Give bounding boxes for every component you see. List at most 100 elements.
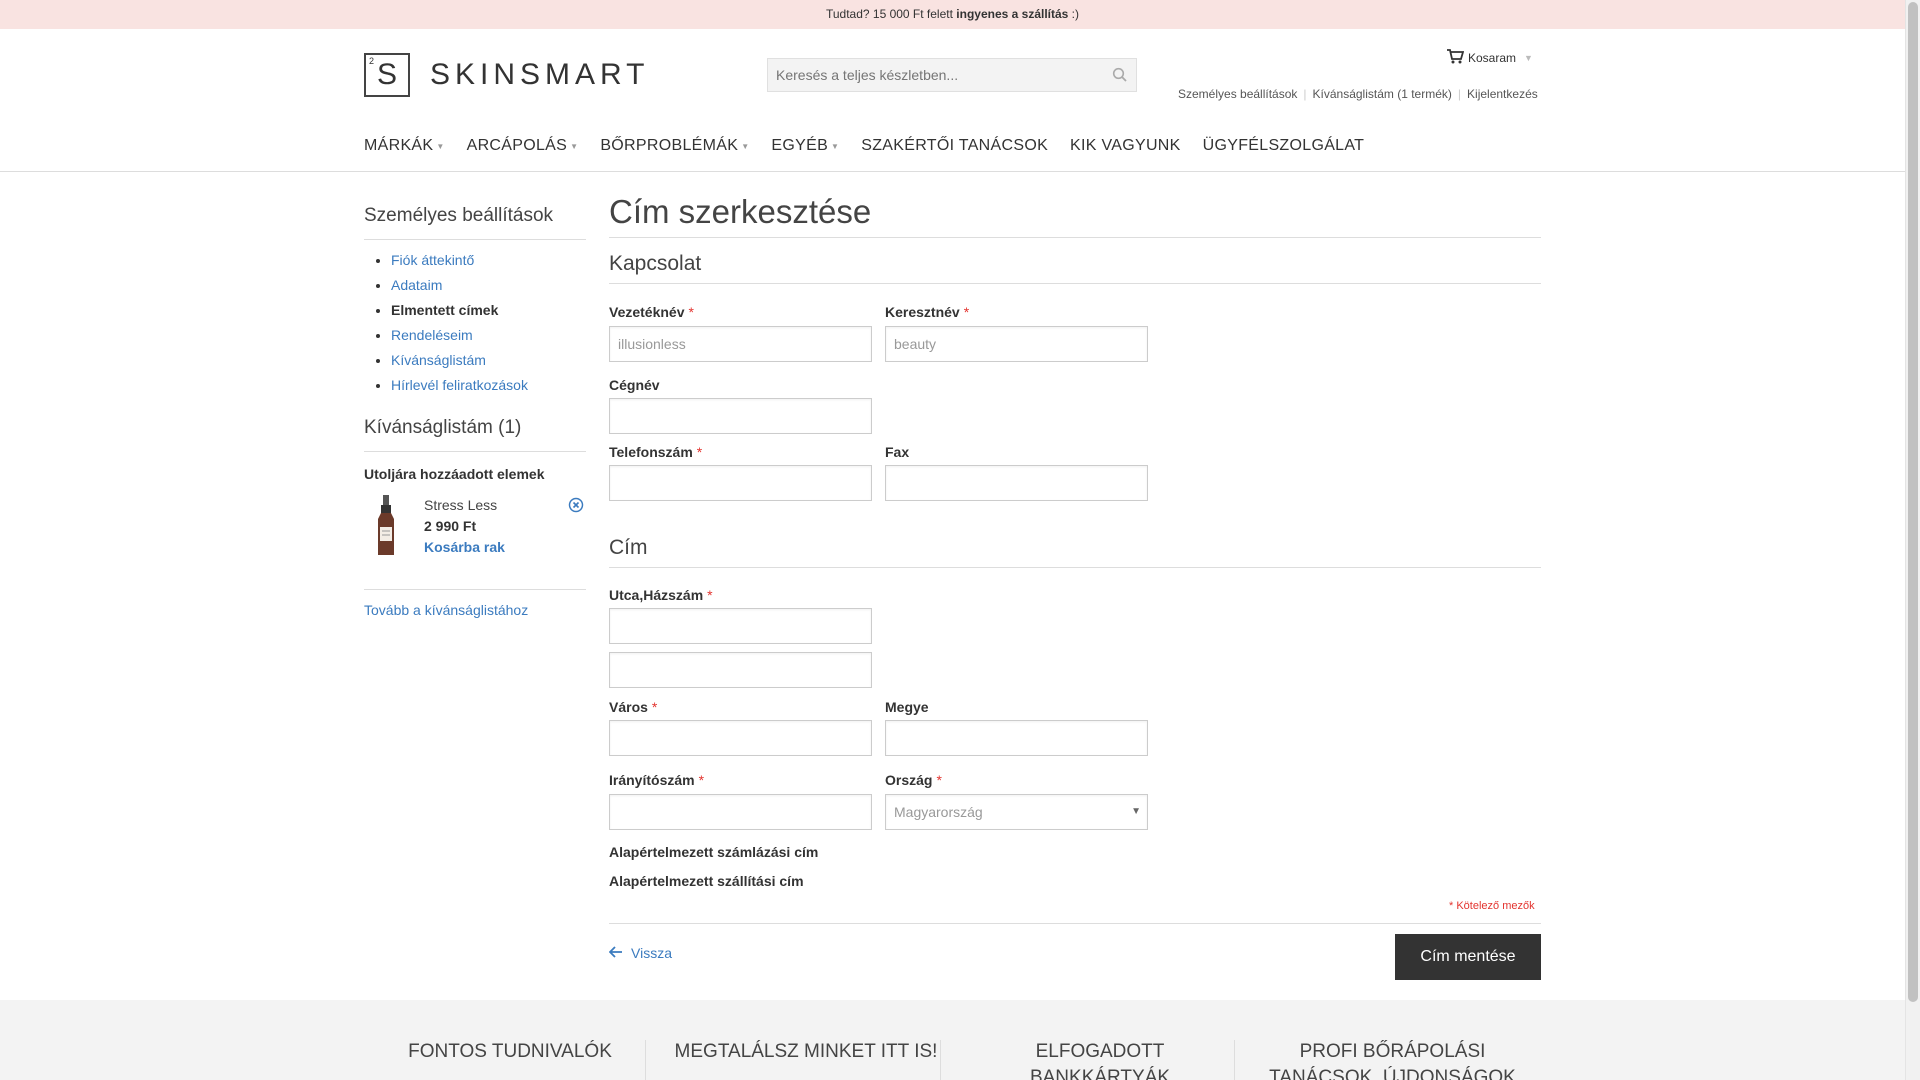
default-shipping-label: Alapértelmezett szállítási cím [609,873,804,889]
sidebar-menu: Fiók áttekintő Adataim Elmentett címek R… [364,252,586,402]
cart-icon [1447,49,1465,67]
nav-item-expert-tips[interactable]: SZAKÉRTŐI TANÁCSOK [861,137,1048,155]
sidebar-item-label: Rendeléseim [391,327,473,343]
wishlist-subtitle: Utoljára hozzáadott elemek [364,466,545,482]
footer-divider [1234,1040,1235,1080]
footer-divider [645,1040,646,1080]
sidebar-item-saved-addresses: Elmentett címek [391,302,586,327]
sidebar-item-wishlist[interactable]: Kívánságlistám [391,352,586,377]
logo-mark: 2S [364,53,410,97]
page-scrollbar[interactable] [1905,0,1920,1080]
nav-item-other[interactable]: EGYÉB ▼ [771,137,839,155]
scrollbar-thumb[interactable] [1908,2,1918,1002]
nav-item-label: SZAKÉRTŐI TANÁCSOK [861,137,1049,154]
street-field[interactable] [609,608,872,644]
required-mark: * [651,699,658,715]
wishlist-title: Kívánságlistám (1) [364,417,586,452]
nav-item-label: BŐRPROBLÉMÁK [600,137,739,154]
required-fields-note: * Kötelező mezők [1449,900,1535,912]
link-separator: | [1303,87,1307,101]
region-field[interactable] [885,720,1148,756]
logo-superscript: 2 [369,56,375,66]
wishlist-more-link[interactable]: Tovább a kívánságlistához [364,602,586,618]
chevron-down-icon: ▼ [1524,53,1533,63]
sidebar-item-label: Kívánságlistám [391,352,486,368]
account-sidebar: Személyes beállítások Fiók áttekintő Ada… [364,205,586,618]
back-label: Vissza [631,945,672,961]
link-account-settings[interactable]: Személyes beállítások [1178,87,1297,101]
nav-item-label: ÜGYFÉLSZOLGÁLAT [1202,137,1365,154]
nav-item-facecare[interactable]: ARCÁPOLÁS ▼ [467,137,579,155]
product-image[interactable] [372,495,400,562]
address-edit-form: Cím szerkesztése Kapcsolat Vezetéknév * i… [608,193,1541,980]
page-title: Cím szerkesztése [609,193,1541,238]
sidebar-item-newsletter[interactable]: Hírlevél feliratkozások [391,377,586,402]
fax-field[interactable] [885,465,1148,501]
nav-item-label: EGYÉB [771,137,829,154]
remove-icon[interactable] [568,497,584,518]
search-icon[interactable] [1112,67,1128,88]
nav-item-brands[interactable]: MÁRKÁK ▼ [364,137,445,155]
site-logo[interactable]: 2S SKINSMART [364,53,649,97]
save-address-button[interactable]: Cím mentése [1395,934,1541,980]
promo-bar: Tudtad? 15 000 Ft felett ingyenes a szál… [0,0,1905,29]
promo-text-bold: ingyenes a szállítás [956,7,1069,21]
label-text: Telefonszám [609,444,693,460]
cart-label: Kosaram [1468,51,1517,65]
section-title-contact: Kapcsolat [609,252,1541,284]
city-field[interactable] [609,720,872,756]
sidebar-item-my-data[interactable]: Adataim [391,277,586,302]
nav-item-label: ARCÁPOLÁS [466,137,568,154]
logo-letter: S [376,58,397,91]
required-mark: * [963,304,970,320]
sidebar-title: Személyes beállítások [364,205,586,240]
label-text: Keresztnév [885,304,960,320]
firstname-field[interactable]: beauty [885,326,1148,362]
sidebar-item-overview[interactable]: Fiók áttekintő [391,252,586,277]
required-mark: * [698,772,705,788]
nav-item-customer-service[interactable]: ÜGYFÉLSZOLGÁLAT [1203,137,1365,155]
arrow-left-icon [608,945,623,961]
country-select-value: Magyarország [894,804,983,820]
nav-item-label: KIK VAGYUNK [1070,137,1181,154]
chevron-down-icon: ▼ [436,141,445,151]
main-navigation: MÁRKÁK ▼ ARCÁPOLÁS ▼ BŐRPROBLÉMÁK ▼ EGYÉB ▼ … [364,137,1386,155]
site-footer: FONTOS TUDNIVALÓK MEGTALÁLSZ MINKET ITT … [0,1000,1905,1080]
label-text: Ország [885,772,933,788]
account-links: Személyes beállítások | Kívánságlistám (… [1178,87,1538,101]
street-label: Utca,Házszám * [609,587,713,603]
lastname-field[interactable]: illusionless [609,326,872,362]
company-field[interactable] [609,398,872,434]
search-input[interactable] [768,59,1098,91]
sidebar-item-orders[interactable]: Rendeléseim [391,327,586,352]
sidebar-item-label: Adataim [391,277,443,293]
sidebar-item-label: Fiók áttekintő [391,252,475,268]
chevron-down-icon: ▼ [570,141,579,151]
nav-item-about-us[interactable]: KIK VAGYUNK [1070,137,1181,155]
wishlist-product-name[interactable]: Stress Less [424,497,497,513]
search-box [767,58,1137,92]
default-billing-label: Alapértelmezett számlázási cím [609,844,819,860]
footer-heading-social: MEGTALÁLSZ MINKET ITT IS! [674,1041,938,1062]
back-link[interactable]: Vissza [608,945,672,961]
phone-field[interactable] [609,465,872,501]
label-text: Város [609,699,648,715]
add-to-cart-link[interactable]: Kosárba rak [424,539,505,555]
nav-item-label: MÁRKÁK [364,137,434,154]
cart-dropdown[interactable]: Kosaram ▼ [1447,49,1533,67]
street2-field[interactable] [609,652,872,688]
required-mark: * [707,587,713,603]
lastname-label: Vezetéknév * [609,304,694,320]
link-logout[interactable]: Kijelentkezés [1467,87,1538,101]
nav-item-skin-problems[interactable]: BŐRPROBLÉMÁK ▼ [600,137,749,155]
zip-field[interactable] [609,794,872,830]
label-text: Utca,Házszám [609,587,704,603]
sidebar-item-label: Hírlevél feliratkozások [391,377,528,393]
link-wishlist[interactable]: Kívánságlistám (1 termék) [1313,87,1452,101]
sidebar-item-label: Elmentett címek [391,302,499,318]
country-select[interactable]: Magyarország ▼ [885,794,1148,830]
footer-heading-tips: PROFI BŐRÁPOLÁSI TANÁCSOK, ÚJDONSÁGOK [1269,1041,1516,1080]
zip-label: Irányítószám * [609,772,704,788]
promo-text-suffix: :) [1068,7,1080,21]
logo-wordmark: SKINSMART [430,58,650,91]
